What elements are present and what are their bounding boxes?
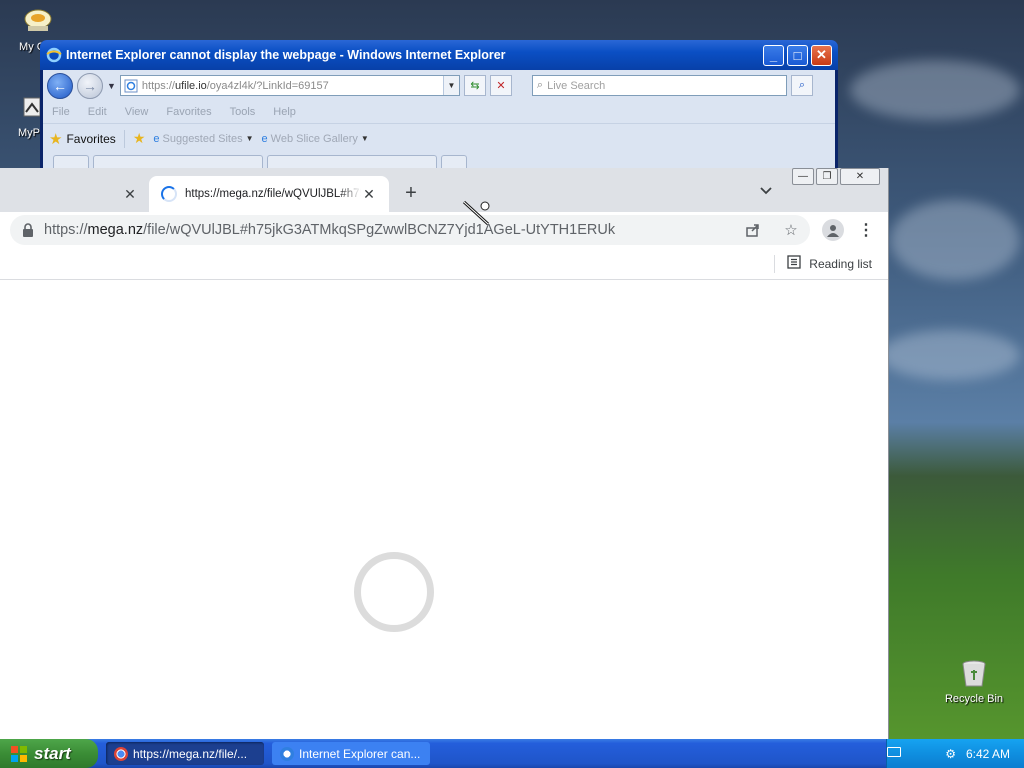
ie-history-dropdown-icon[interactable]: ▼ [107, 81, 116, 91]
ie-minimize-button[interactable]: _ [763, 44, 784, 66]
ie-title-bar[interactable]: Internet Explorer cannot display the web… [40, 40, 838, 70]
ie-favorites-label: Favorites [66, 131, 116, 146]
ie-menu-tools[interactable]: Tools [230, 106, 256, 118]
chrome-url: https://mega.nz/file/wQVUlJBL#h75jkG3ATM… [44, 222, 615, 238]
my-computer-icon [22, 6, 54, 38]
ie-window-title: Internet Explorer cannot display the web… [66, 48, 506, 62]
system-tray: ⚙ 6:42 AM [886, 739, 1024, 768]
ie-menu-help[interactable]: Help [273, 106, 296, 118]
close-icon[interactable]: ✕ [361, 186, 377, 202]
chrome-tab-active[interactable]: https://mega.nz/file/wQVUlJBL#h75 ✕ [149, 176, 389, 212]
ie-address-host: ufile.io [174, 79, 207, 92]
divider [774, 254, 776, 273]
chrome-url-path: /file/wQVUlJBL#h75jkG3ATMkqSPgZwwlBCNZ7Y… [143, 222, 616, 238]
cloud [880, 330, 1020, 380]
chrome-url-prefix: https:// [44, 222, 88, 238]
ie-favorites-button[interactable]: ★ Favorites [49, 129, 125, 148]
ie-suggested-sites-link[interactable]: e Suggested Sites ▼ [153, 133, 253, 145]
mouse-cursor-icon [460, 196, 494, 230]
share-icon[interactable] [744, 221, 762, 239]
chevron-down-icon: ▼ [360, 134, 369, 143]
ie-menu-edit[interactable]: Edit [88, 106, 107, 118]
clock[interactable]: 6:42 AM [966, 747, 1010, 761]
chrome-tab-title: https://mega.nz/file/wQVUlJBL#h75 [185, 188, 361, 200]
bookmark-star-icon[interactable]: ☆ [782, 221, 800, 239]
ie-refresh-button[interactable]: ⇆ [463, 75, 486, 96]
reading-list-label: Reading list [809, 256, 872, 271]
desktop-icon-recycle-bin[interactable]: Recycle Bin [943, 658, 1005, 705]
reading-list-icon [787, 255, 801, 272]
cloud [850, 60, 1020, 120]
ie-logo-icon [46, 47, 62, 63]
network-icon[interactable]: ⚙ [945, 747, 956, 761]
taskbar: start https://mega.nz/file/... Internet … [0, 739, 1024, 768]
chevron-down-icon: ▼ [245, 134, 254, 143]
ie-address-bar[interactable]: https://ufile.io/oya4zl4k/?LinkId=69157 … [119, 75, 460, 96]
chrome-minimize-button[interactable]: — [792, 168, 814, 185]
chrome-window-controls: — ❐ ✕ [792, 168, 880, 185]
ie-icon [280, 746, 294, 761]
ie-suggested-sites-label: Suggested Sites [162, 132, 243, 145]
chrome-tab-previous[interactable]: ✕ [0, 176, 148, 212]
taskbar-item-ie[interactable]: Internet Explorer can... [272, 742, 430, 765]
ie-maximize-button[interactable]: □ [787, 44, 808, 66]
windows-flag-icon [10, 745, 28, 763]
recycle-bin-icon [958, 658, 990, 690]
chrome-url-host: mega.nz [87, 222, 144, 238]
page-loading-spinner-icon [354, 552, 434, 632]
ie-address-dropdown-icon[interactable]: ▼ [442, 76, 459, 95]
start-label: start [34, 743, 71, 763]
chrome-window[interactable]: ✕ https://mega.nz/file/wQVUlJBL#h75 ✕ + … [0, 168, 889, 739]
add-favorite-icon[interactable]: ★ [133, 130, 146, 147]
keyboard-icon[interactable] [887, 747, 901, 757]
ie-menu-view[interactable]: View [125, 106, 149, 118]
ie-page-icon: e [261, 132, 268, 145]
ie-address-path: /oya4zl4k/?LinkId=69157 [206, 79, 329, 92]
close-icon[interactable]: ✕ [122, 186, 138, 202]
new-tab-button[interactable]: + [400, 182, 422, 204]
ie-page-icon: e [153, 132, 160, 145]
loading-spinner-icon [161, 186, 177, 202]
chrome-bookmarks-bar: Reading list [0, 248, 888, 280]
ie-web-slice-gallery-link[interactable]: e Web Slice Gallery ▼ [262, 133, 369, 145]
ie-search-box[interactable]: ⌕ Live Search [531, 75, 787, 96]
taskbar-item-label: Internet Explorer can... [299, 746, 421, 761]
profile-avatar-icon[interactable] [822, 219, 844, 241]
ie-menu-file[interactable]: File [52, 106, 70, 118]
cloud [890, 200, 1020, 280]
lock-icon [22, 223, 34, 237]
ie-favorites-bar: ★ Favorites ★ e Suggested Sites ▼ e Web … [43, 123, 835, 153]
chrome-restore-button[interactable]: ❐ [816, 168, 838, 185]
desktop-icon-label: Recycle Bin [944, 693, 1004, 705]
ie-search-button[interactable]: ⌕ [790, 75, 813, 96]
chrome-close-button[interactable]: ✕ [840, 168, 880, 185]
chrome-address-bar[interactable]: https://mega.nz/file/wQVUlJBL#h75jkG3ATM… [10, 215, 810, 245]
ie-menu-bar: File Edit View Favorites Tools Help [43, 101, 835, 123]
ie-back-button[interactable]: ← [47, 72, 73, 99]
ie-address-prefix: https:// [141, 79, 175, 92]
more-menu-icon[interactable]: ⋮ [858, 220, 874, 240]
ie-web-slice-gallery-label: Web Slice Gallery [270, 132, 358, 145]
chrome-page-content [0, 280, 888, 739]
taskbar-item-chrome[interactable]: https://mega.nz/file/... [106, 742, 264, 765]
chevron-down-icon[interactable] [760, 184, 772, 198]
ie-stop-button[interactable]: ✕ [489, 75, 512, 96]
ie-page-icon [124, 79, 138, 93]
ie-close-button[interactable]: ✕ [811, 44, 832, 66]
chrome-toolbar: https://mega.nz/file/wQVUlJBL#h75jkG3ATM… [0, 212, 888, 248]
reading-list-button[interactable]: Reading list [787, 255, 872, 272]
chrome-icon [114, 746, 128, 761]
start-button[interactable]: start [0, 739, 98, 768]
ie-search-placeholder: Live Search [547, 79, 606, 92]
ie-menu-favorites[interactable]: Favorites [166, 106, 211, 118]
search-icon: ⌕ [536, 79, 544, 91]
chrome-tab-strip[interactable]: ✕ https://mega.nz/file/wQVUlJBL#h75 ✕ + … [0, 168, 888, 212]
taskbar-item-label: https://mega.nz/file/... [133, 746, 248, 761]
ie-forward-button[interactable]: → [77, 72, 103, 99]
star-icon: ★ [49, 130, 63, 148]
